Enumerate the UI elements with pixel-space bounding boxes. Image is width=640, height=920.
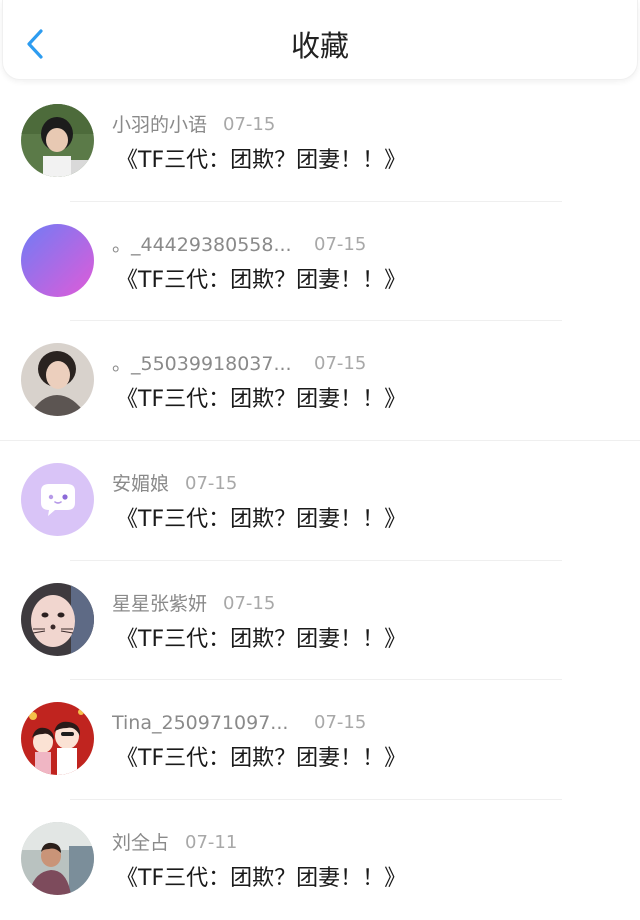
post-date: 07-15	[314, 712, 367, 734]
post-date: 07-15	[314, 353, 367, 375]
list-item[interactable]: 小羽的小语 07-15 《TF三代：团欺？团妻！！》	[0, 82, 640, 202]
post-date: 07-15	[185, 473, 238, 495]
list-item[interactable]: 安媚娘 07-15 《TF三代：团欺？团妻！！》	[0, 441, 640, 561]
favorite-title[interactable]: 《TF三代：团欺？团妻！！》	[116, 146, 406, 176]
list-item[interactable]: 星星张紫妍 07-15 《TF三代：团欺？团妻！！》	[0, 561, 640, 681]
avatar[interactable]	[21, 223, 94, 297]
page-title: 收藏	[290, 29, 349, 63]
post-date: 07-15	[223, 114, 276, 135]
avatar[interactable]	[21, 104, 94, 177]
avatar[interactable]	[21, 702, 94, 776]
user-name[interactable]: 刘全占	[112, 830, 169, 856]
user-name[interactable]: 。_44429380558...	[112, 232, 298, 258]
favorite-title[interactable]: 《TF三代：团欺？团妻！！》	[116, 385, 406, 415]
post-date: 07-11	[185, 832, 238, 854]
list-item[interactable]: Tina_250971097... 07-15 《TF三代：团欺？团妻！！》	[0, 680, 640, 801]
avatar[interactable]	[21, 463, 94, 537]
user-name[interactable]: 小羽的小语	[112, 112, 207, 138]
avatar[interactable]	[21, 343, 94, 417]
user-name[interactable]: 星星张紫妍	[112, 591, 207, 617]
favorite-title[interactable]: 《TF三代：团欺？团妻！！》	[116, 505, 406, 535]
user-name[interactable]: Tina_250971097...	[112, 710, 298, 736]
avatar[interactable]	[21, 582, 94, 656]
favorite-title[interactable]: 《TF三代：团欺？团妻！！》	[116, 266, 406, 296]
user-name[interactable]: 。_55039918037...	[112, 351, 298, 377]
post-date: 07-15	[223, 592, 276, 614]
list-item[interactable]: 刘全占 07-11 《TF三代：团欺？团妻！！》	[0, 800, 640, 920]
avatar[interactable]	[21, 822, 94, 896]
list-item[interactable]: 。_44429380558... 07-15 《TF三代：团欺？团妻！！》	[0, 202, 640, 322]
chat-bubble-icon	[21, 463, 94, 537]
favorite-title[interactable]: 《TF三代：团欺？团妻！！》	[116, 625, 406, 655]
favorite-title[interactable]: 《TF三代：团欺？团妻！！》	[116, 864, 406, 894]
list-item[interactable]: 。_55039918037... 07-15 《TF三代：团欺？团妻！！》	[0, 321, 640, 442]
top-nav-bar: 收藏	[2, 0, 638, 80]
user-name[interactable]: 安媚娘	[112, 471, 169, 497]
post-date: 07-15	[314, 233, 367, 255]
favorite-title[interactable]: 《TF三代：团欺？团妻！！》	[116, 744, 406, 774]
favorites-list: 小羽的小语 07-15 《TF三代：团欺？团妻！！》 。_44429380558.…	[0, 82, 640, 920]
